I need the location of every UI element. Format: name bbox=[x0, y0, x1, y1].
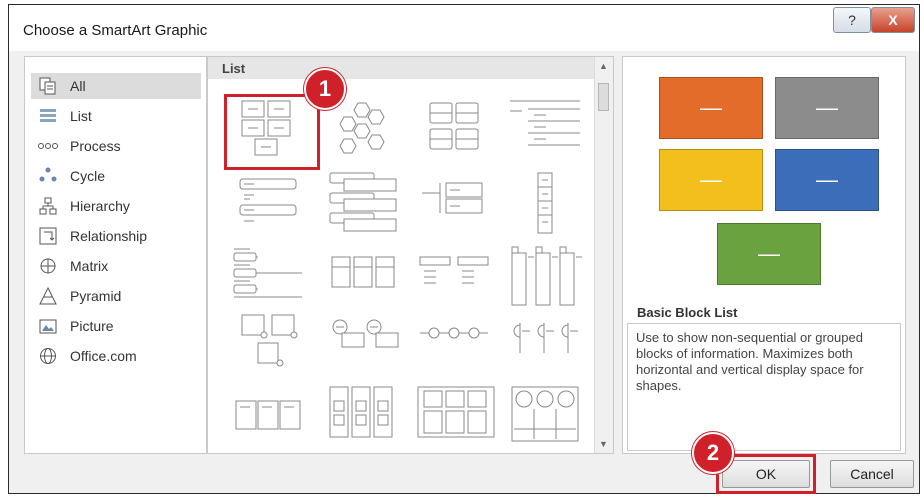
layout-thumb-framed-blocks[interactable] bbox=[416, 383, 496, 453]
preview-block-gray: — bbox=[775, 77, 879, 139]
scroll-up-icon[interactable]: ▲ bbox=[599, 61, 608, 71]
category-pyramid[interactable]: Pyramid bbox=[31, 283, 201, 309]
category-label: All bbox=[70, 78, 86, 94]
category-relationship[interactable]: Relationship bbox=[31, 223, 201, 249]
scroll-down-icon[interactable]: ▼ bbox=[599, 439, 608, 449]
layout-thumb-half-circles[interactable] bbox=[506, 313, 586, 383]
selected-layout-highlight bbox=[224, 94, 320, 170]
pyramid-icon bbox=[38, 287, 58, 305]
category-label: Hierarchy bbox=[70, 198, 130, 214]
step-badge-2: 2 bbox=[692, 432, 734, 474]
help-button[interactable]: ? bbox=[833, 7, 871, 33]
layout-thumb-grouped-blocks[interactable] bbox=[416, 95, 496, 165]
preview-block-orange: — bbox=[659, 77, 763, 139]
category-matrix[interactable]: Matrix bbox=[31, 253, 201, 279]
category-hierarchy[interactable]: Hierarchy bbox=[31, 193, 201, 219]
layout-thumb-arrow-blocks[interactable] bbox=[228, 383, 308, 453]
layout-thumb-horizontal-bullet[interactable] bbox=[228, 243, 308, 313]
category-office-com[interactable]: Office.com bbox=[31, 343, 201, 369]
list-icon bbox=[38, 107, 58, 125]
category-picture[interactable]: Picture bbox=[31, 313, 201, 339]
layout-description: Use to show non-sequential or grouped bl… bbox=[627, 323, 901, 451]
preview-block-yellow: — bbox=[659, 149, 763, 211]
category-list: All List Process Cycle Hierarchy Relatio… bbox=[24, 56, 207, 454]
gallery-header-label: List bbox=[222, 61, 246, 76]
close-button[interactable]: X bbox=[871, 7, 915, 33]
category-process[interactable]: Process bbox=[31, 133, 201, 159]
preview-pane: — — — — — Basic Block List Use to show n… bbox=[622, 56, 906, 454]
hierarchy-icon bbox=[38, 197, 58, 215]
step-badge-1: 1 bbox=[304, 68, 346, 110]
category-label: Cycle bbox=[70, 168, 106, 184]
help-icon: ? bbox=[848, 12, 856, 28]
layout-thumb-target-list[interactable] bbox=[416, 169, 496, 239]
category-list-item[interactable]: List bbox=[31, 103, 201, 129]
category-label: List bbox=[70, 108, 92, 124]
ok-button[interactable]: OK bbox=[722, 460, 810, 488]
layout-name: Basic Block List bbox=[637, 305, 738, 320]
close-icon: X bbox=[888, 12, 898, 28]
layout-thumb-picture-caption[interactable] bbox=[228, 313, 308, 383]
process-icon bbox=[38, 137, 58, 155]
layout-thumb-vertical-box[interactable] bbox=[506, 169, 586, 239]
layout-thumb-stacked-columns[interactable] bbox=[324, 383, 404, 453]
preview-block-blue: — bbox=[775, 149, 879, 211]
picture-icon bbox=[38, 317, 58, 335]
scroll-thumb[interactable] bbox=[598, 83, 609, 111]
category-label: Pyramid bbox=[70, 288, 122, 304]
all-icon bbox=[38, 77, 58, 95]
layout-thumb-circle-columns[interactable] bbox=[506, 383, 586, 453]
gallery-header: List bbox=[208, 57, 596, 79]
matrix-icon bbox=[38, 257, 58, 275]
cancel-button[interactable]: Cancel bbox=[830, 460, 914, 488]
category-label: Process bbox=[70, 138, 121, 154]
category-all[interactable]: All bbox=[31, 73, 201, 99]
layout-thumb-hexagon-list[interactable] bbox=[328, 95, 408, 165]
title-bar: Choose a SmartArt Graphic ? X bbox=[9, 5, 919, 51]
layout-thumb-bending-list[interactable] bbox=[416, 243, 496, 313]
relationship-icon bbox=[38, 227, 58, 245]
cycle-icon bbox=[38, 167, 58, 185]
dialog-title: Choose a SmartArt Graphic bbox=[23, 22, 208, 39]
layout-thumb-vertical-bullet-list[interactable] bbox=[228, 169, 308, 239]
layout-thumb-circle-list[interactable] bbox=[324, 313, 404, 383]
category-label: Relationship bbox=[70, 228, 148, 244]
layout-thumb-lined-list[interactable] bbox=[506, 95, 586, 165]
category-label: Matrix bbox=[70, 258, 109, 274]
category-label: Office.com bbox=[70, 348, 137, 364]
layout-thumb-vertical-columns[interactable] bbox=[506, 243, 586, 313]
layout-thumb-table-list[interactable] bbox=[324, 243, 404, 313]
layout-thumb-process-circles[interactable] bbox=[416, 313, 496, 383]
category-label: Picture bbox=[70, 318, 114, 334]
gallery-scrollbar[interactable]: ▲ ▼ bbox=[594, 57, 613, 453]
globe-icon bbox=[38, 347, 58, 365]
category-cycle[interactable]: Cycle bbox=[31, 163, 201, 189]
layout-thumb-stacked-list[interactable] bbox=[324, 169, 404, 239]
preview-block-green: — bbox=[717, 223, 821, 285]
